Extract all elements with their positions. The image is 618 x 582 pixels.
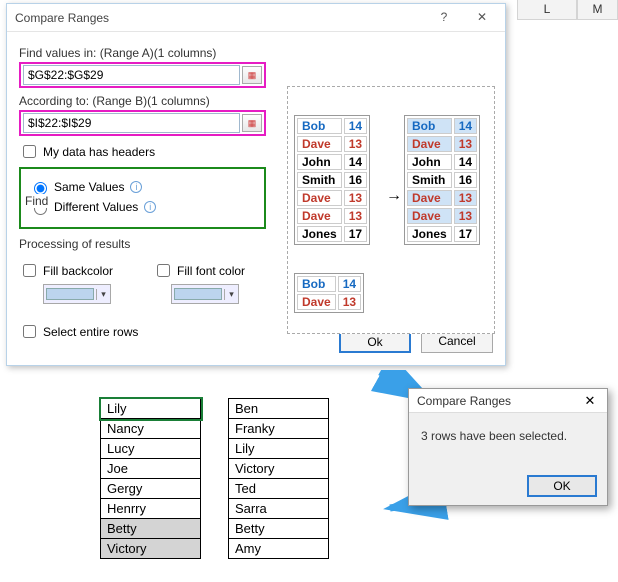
- data-list-b[interactable]: BenFrankyLilyVictoryTedSarraBettyAmy: [228, 398, 329, 559]
- list-cell[interactable]: Betty: [101, 519, 201, 539]
- msgbox-title: Compare Ranges: [417, 394, 575, 408]
- list-cell[interactable]: Ben: [229, 399, 329, 419]
- info-icon[interactable]: i: [144, 201, 156, 213]
- list-cell[interactable]: Lily: [229, 439, 329, 459]
- fill-fontcolor-row[interactable]: Fill font color: [153, 261, 245, 280]
- column-header-M[interactable]: M: [577, 0, 618, 20]
- different-values-label: Different Values: [54, 200, 138, 214]
- list-cell[interactable]: Joe: [101, 459, 201, 479]
- same-values-label: Same Values: [54, 180, 124, 194]
- fontcolor-dropdown[interactable]: ▾: [171, 284, 239, 304]
- list-cell[interactable]: Victory: [229, 459, 329, 479]
- select-entire-rows-checkbox[interactable]: [23, 325, 36, 338]
- different-values-row[interactable]: Different Values i: [29, 199, 256, 215]
- list-cell[interactable]: Henrry: [101, 499, 201, 519]
- result-msgbox: Compare Ranges ✕ 3 rows have been select…: [408, 388, 608, 506]
- list-cell[interactable]: Ted: [229, 479, 329, 499]
- range-a-input[interactable]: [23, 65, 240, 85]
- list-cell[interactable]: Nancy: [101, 419, 201, 439]
- preview-table-b: Bob14Dave13: [294, 273, 364, 313]
- list-cell[interactable]: Franky: [229, 419, 329, 439]
- fill-fontcolor-label: Fill font color: [177, 264, 245, 278]
- preview-pane: Bob14Dave13John14Smith16Dave13Dave13Jone…: [287, 86, 495, 334]
- find-values-in-label: Find values in: (Range A)(1 columns): [19, 46, 493, 60]
- msgbox-ok-button[interactable]: OK: [527, 475, 597, 497]
- list-cell[interactable]: Lily: [101, 399, 201, 419]
- find-group: Same Values i Different Values i: [19, 167, 266, 229]
- range-picker-icon[interactable]: ▦: [242, 114, 262, 132]
- backcolor-dropdown[interactable]: ▾: [43, 284, 111, 304]
- help-button[interactable]: ?: [425, 7, 463, 29]
- close-button[interactable]: ✕: [463, 7, 501, 29]
- list-cell[interactable]: Lucy: [101, 439, 201, 459]
- preview-table-a: Bob14Dave13John14Smith16Dave13Dave13Jone…: [294, 115, 370, 245]
- range-picker-icon[interactable]: ▦: [242, 66, 262, 84]
- dialog-title: Compare Ranges: [15, 11, 425, 25]
- preview-table-a-result: Bob14Dave13John14Smith16Dave13Dave13Jone…: [404, 115, 480, 245]
- find-group-label: Find: [23, 194, 50, 208]
- headers-label: My data has headers: [43, 145, 155, 159]
- list-cell[interactable]: Betty: [229, 519, 329, 539]
- fill-backcolor-checkbox[interactable]: [23, 264, 36, 277]
- list-cell[interactable]: Victory: [101, 539, 201, 559]
- fill-fontcolor-checkbox[interactable]: [157, 264, 170, 277]
- list-cell[interactable]: Gergy: [101, 479, 201, 499]
- range-b-box: ▦: [19, 110, 266, 136]
- same-values-row[interactable]: Same Values i: [29, 179, 256, 195]
- list-cell[interactable]: Amy: [229, 539, 329, 559]
- info-icon[interactable]: i: [130, 181, 142, 193]
- select-entire-rows-label: Select entire rows: [43, 325, 138, 339]
- list-cell[interactable]: Sarra: [229, 499, 329, 519]
- fill-backcolor-row[interactable]: Fill backcolor: [19, 261, 113, 280]
- data-list-a[interactable]: LilyNancyLucyJoeGergyHenrryBettyVictory: [100, 398, 201, 559]
- fill-backcolor-label: Fill backcolor: [43, 264, 113, 278]
- msgbox-body: 3 rows have been selected.: [409, 413, 607, 459]
- range-a-box: ▦: [19, 62, 266, 88]
- compare-ranges-dialog: Compare Ranges ? ✕ Find values in: (Rang…: [6, 3, 506, 366]
- column-header-L[interactable]: L: [517, 0, 577, 20]
- titlebar: Compare Ranges ? ✕: [7, 4, 505, 32]
- range-b-input[interactable]: [23, 113, 240, 133]
- msgbox-close-button[interactable]: ✕: [575, 393, 605, 409]
- headers-checkbox[interactable]: [23, 145, 36, 158]
- arrow-icon: →: [386, 187, 402, 205]
